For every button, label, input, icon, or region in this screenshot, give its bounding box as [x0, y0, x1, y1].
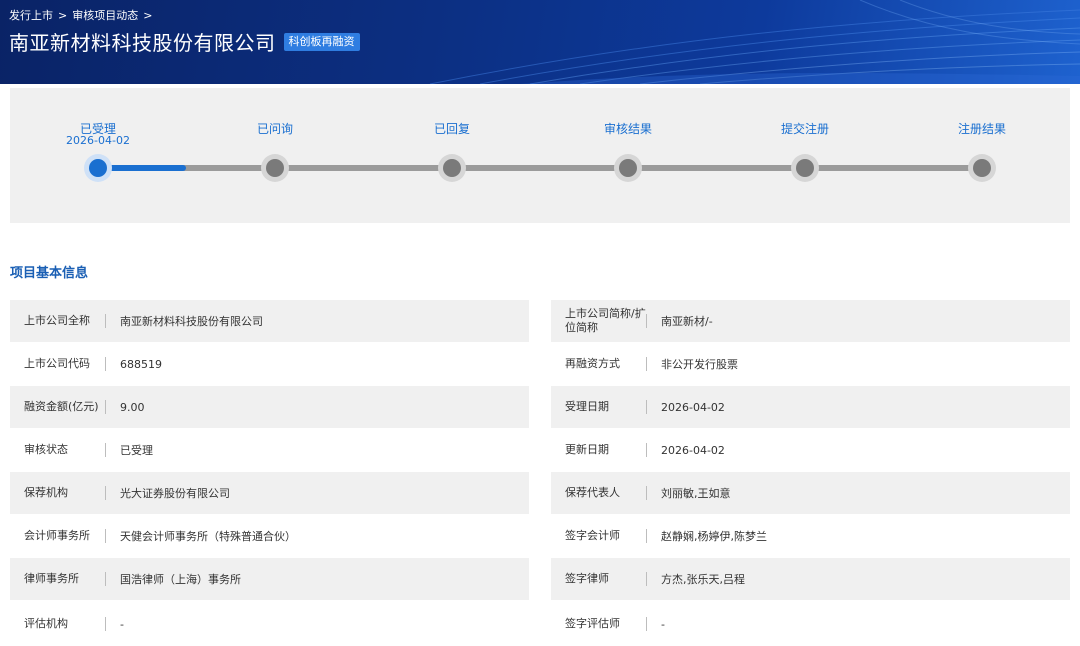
- info-row-company-full-name: 上市公司全称 南亚新材料科技股份有限公司: [10, 300, 529, 342]
- info-value: 2026-04-02: [661, 400, 725, 414]
- info-value: -: [661, 617, 665, 631]
- info-label: 受理日期: [565, 400, 609, 413]
- step-label-replied[interactable]: 已回复: [392, 120, 512, 137]
- step-node-review-result[interactable]: [614, 154, 642, 182]
- step-dot-icon: [973, 159, 991, 177]
- info-value: -: [120, 617, 124, 631]
- info-row-law-firm: 律师事务所 国浩律师（上海）事务所: [10, 558, 529, 600]
- section-title-basic-info: 项目基本信息: [10, 266, 89, 281]
- step-node-accepted[interactable]: [84, 154, 112, 182]
- info-value: 方杰,张乐天,吕程: [661, 573, 745, 586]
- info-label: 上市公司全称: [24, 314, 90, 327]
- breadcrumb: 发行上市 > 审核项目动态 >: [9, 7, 152, 23]
- info-label: 审核状态: [24, 443, 68, 456]
- info-row-accounting-firm: 会计师事务所 天健会计师事务所（特殊普通合伙）: [10, 515, 529, 557]
- step-label-submit-registration[interactable]: 提交注册: [745, 120, 865, 137]
- review-progress-panel: 已受理 2026-04-02 已问询 已回复 审核结果 提交注册 注册结果: [10, 88, 1070, 223]
- step-dot-icon: [89, 159, 107, 177]
- info-row-company-short-name: 上市公司简称/扩位简称 南亚新材/-: [551, 300, 1070, 342]
- info-row-company-code: 上市公司代码 688519: [10, 343, 529, 385]
- info-row-appraisal-firm: 评估机构 -: [10, 603, 529, 645]
- info-value: 已受理: [120, 444, 153, 457]
- step-dot-icon: [619, 159, 637, 177]
- info-label: 会计师事务所: [24, 529, 90, 542]
- info-label: 再融资方式: [565, 357, 620, 370]
- info-row-signing-accountants: 签字会计师 赵静娴,杨婷伊,陈梦兰: [551, 515, 1070, 557]
- step-node-submit-registration[interactable]: [791, 154, 819, 182]
- info-label: 保荐代表人: [565, 486, 620, 499]
- board-badge: 科创板再融资: [283, 32, 360, 51]
- info-value: 南亚新材料科技股份有限公司: [120, 315, 263, 328]
- info-label: 签字律师: [565, 572, 609, 585]
- step-dot-icon: [266, 159, 284, 177]
- info-value: 688519: [120, 357, 162, 371]
- step-node-registration-result[interactable]: [968, 154, 996, 182]
- info-label: 更新日期: [565, 443, 609, 456]
- breadcrumb-item-listing[interactable]: 发行上市: [9, 7, 53, 23]
- info-row-financing-amount: 融资金额(亿元) 9.00: [10, 386, 529, 428]
- info-label: 评估机构: [24, 617, 68, 630]
- info-label: 保荐机构: [24, 486, 68, 499]
- info-label: 上市公司简称/扩位简称: [565, 307, 646, 334]
- step-dot-icon: [443, 159, 461, 177]
- info-value: 赵静娴,杨婷伊,陈梦兰: [661, 530, 767, 543]
- step-date-accepted: 2026-04-02: [66, 134, 130, 147]
- info-value: 刘丽敏,王如意: [661, 487, 731, 500]
- progress-track: [98, 165, 982, 171]
- info-label: 融资金额(亿元): [24, 400, 99, 413]
- page-title: 南亚新材料科技股份有限公司: [9, 31, 276, 55]
- step-node-inquired[interactable]: [261, 154, 289, 182]
- info-row-sponsor-representatives: 保荐代表人 刘丽敏,王如意: [551, 472, 1070, 514]
- step-label-registration-result[interactable]: 注册结果: [922, 120, 1042, 137]
- info-label: 律师事务所: [24, 572, 79, 585]
- info-value: 9.00: [120, 400, 145, 414]
- info-row-acceptance-date: 受理日期 2026-04-02: [551, 386, 1070, 428]
- info-value: 非公开发行股票: [661, 358, 738, 371]
- breadcrumb-separator: >: [143, 8, 153, 22]
- info-row-update-date: 更新日期 2026-04-02: [551, 429, 1070, 471]
- info-row-review-status: 审核状态 已受理: [10, 429, 529, 471]
- step-dot-icon: [796, 159, 814, 177]
- breadcrumb-item-review-dynamics[interactable]: 审核项目动态: [72, 7, 138, 23]
- step-label-inquired[interactable]: 已问询: [215, 120, 335, 137]
- info-value: 2026-04-02: [661, 443, 725, 457]
- info-row-signing-appraisers: 签字评估师 -: [551, 603, 1070, 645]
- info-label: 上市公司代码: [24, 357, 90, 370]
- title-row: 南亚新材料科技股份有限公司 科创板再融资: [9, 27, 360, 56]
- breadcrumb-separator: >: [58, 8, 68, 22]
- info-label: 签字会计师: [565, 529, 620, 542]
- info-row-refinancing-method: 再融资方式 非公开发行股票: [551, 343, 1070, 385]
- info-row-sponsor: 保荐机构 光大证券股份有限公司: [10, 472, 529, 514]
- header-banner: 发行上市 > 审核项目动态 > 南亚新材料科技股份有限公司 科创板再融资: [0, 0, 1080, 84]
- info-value: 光大证券股份有限公司: [120, 487, 230, 500]
- step-label-review-result[interactable]: 审核结果: [568, 120, 688, 137]
- step-node-replied[interactable]: [438, 154, 466, 182]
- info-label: 签字评估师: [565, 617, 620, 630]
- info-value: 南亚新材/-: [661, 315, 713, 328]
- info-row-signing-lawyers: 签字律师 方杰,张乐天,吕程: [551, 558, 1070, 600]
- info-value: 国浩律师（上海）事务所: [120, 573, 241, 586]
- info-value: 天健会计师事务所（特殊普通合伙）: [120, 530, 296, 543]
